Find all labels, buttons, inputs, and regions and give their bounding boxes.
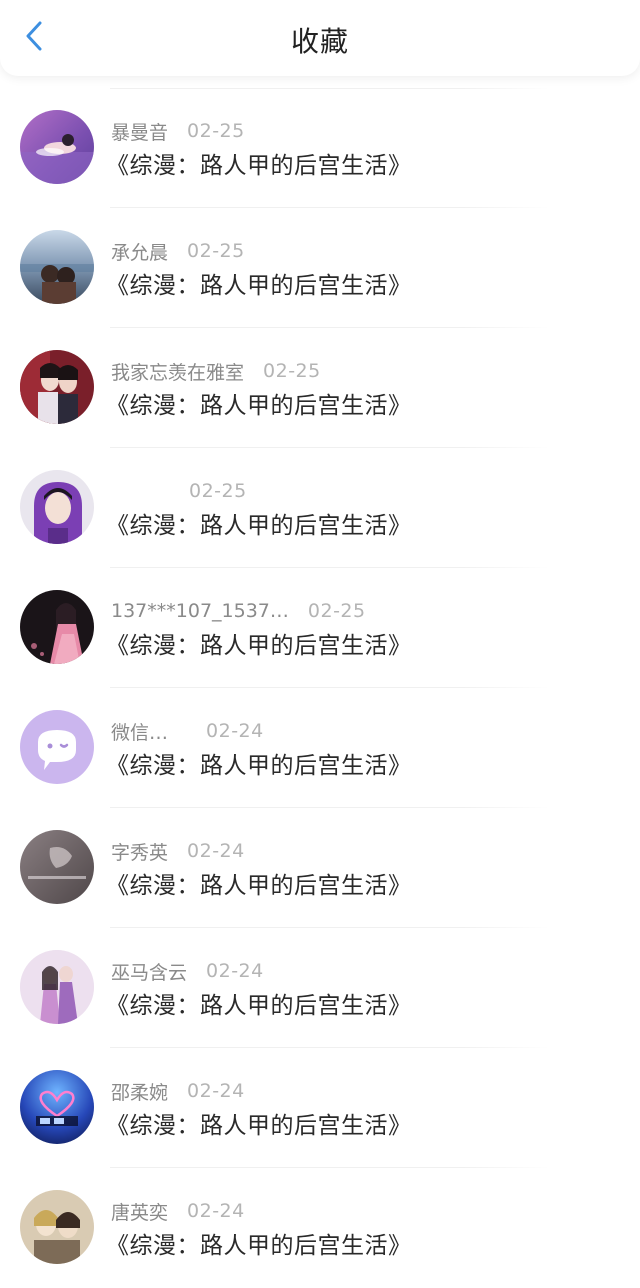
- list-item[interactable]: 字秀英 02-24 《综漫：路人甲的后宫生活》: [0, 808, 640, 928]
- avatar[interactable]: [20, 950, 94, 1024]
- date: 02-24: [187, 1080, 245, 1102]
- book-title[interactable]: 《综漫：路人甲的后宫生活》: [106, 1230, 412, 1262]
- user-name: 137***107_1537…: [111, 600, 289, 622]
- item-meta: 唐英奕 02-24: [111, 1198, 245, 1224]
- item-meta: 暴曼音 02-25: [111, 118, 245, 144]
- top-nav-bar: 收藏: [0, 0, 640, 76]
- user-name: 字秀英: [111, 841, 169, 864]
- user-name: 巫马含云: [111, 961, 188, 984]
- user-name: 承允晨: [111, 241, 169, 264]
- date: 02-24: [206, 720, 264, 742]
- list-item[interactable]: 微信… 02-24 《综漫：路人甲的后宫生活》: [0, 688, 640, 808]
- book-title[interactable]: 《综漫：路人甲的后宫生活》: [106, 510, 412, 542]
- date: 02-25: [187, 240, 245, 262]
- list-item[interactable]: 唐英奕 02-24 《综漫：路人甲的后宫生活》: [0, 1168, 640, 1288]
- list-item[interactable]: 我家忘羡在雅室 02-25 《综漫：路人甲的后宫生活》: [0, 328, 640, 448]
- date: 02-25: [189, 480, 247, 502]
- date: 02-25: [263, 360, 321, 382]
- book-title[interactable]: 《综漫：路人甲的后宫生活》: [106, 150, 412, 182]
- user-name: 暴曼音: [111, 121, 169, 144]
- item-meta: 承允晨 02-25: [111, 238, 245, 264]
- avatar[interactable]: [20, 1190, 94, 1264]
- list-item[interactable]: 137***107_1537… 02-25 《综漫：路人甲的后宫生活》: [0, 568, 640, 688]
- date: 02-25: [307, 600, 366, 622]
- item-meta: 02-25: [111, 478, 247, 504]
- item-meta: 我家忘羡在雅室 02-25: [111, 358, 321, 384]
- avatar[interactable]: [20, 230, 94, 304]
- list-item[interactable]: 02-25 《综漫：路人甲的后宫生活》: [0, 448, 640, 568]
- book-title[interactable]: 《综漫：路人甲的后宫生活》: [106, 990, 412, 1022]
- book-title[interactable]: 《综漫：路人甲的后宫生活》: [106, 870, 412, 902]
- date: 02-24: [206, 960, 264, 982]
- book-title[interactable]: 《综漫：路人甲的后宫生活》: [106, 270, 412, 302]
- avatar[interactable]: [20, 350, 94, 424]
- avatar[interactable]: [20, 470, 94, 544]
- date: 02-24: [187, 1200, 245, 1222]
- item-meta: 字秀英 02-24: [111, 838, 245, 864]
- book-title[interactable]: 《综漫：路人甲的后宫生活》: [106, 390, 412, 422]
- item-meta: 巫马含云 02-24: [111, 958, 264, 984]
- list-item[interactable]: 承允晨 02-25 《综漫：路人甲的后宫生活》: [0, 208, 640, 328]
- book-title[interactable]: 《综漫：路人甲的后宫生活》: [106, 750, 412, 782]
- avatar[interactable]: [20, 110, 94, 184]
- list-item[interactable]: 暴曼音 02-25 《综漫：路人甲的后宫生活》: [0, 88, 640, 208]
- item-meta: 邵柔婉 02-24: [111, 1078, 245, 1104]
- list-item[interactable]: 邵柔婉 02-24 《综漫：路人甲的后宫生活》: [0, 1048, 640, 1168]
- user-name: 我家忘羡在雅室: [111, 361, 245, 384]
- avatar[interactable]: [20, 710, 94, 784]
- list-item[interactable]: 巫马含云 02-24 《综漫：路人甲的后宫生活》: [0, 928, 640, 1048]
- book-title[interactable]: 《综漫：路人甲的后宫生活》: [106, 630, 412, 662]
- item-meta: 137***107_1537… 02-25: [111, 598, 366, 624]
- date: 02-25: [187, 120, 245, 142]
- page-title: 收藏: [290, 25, 349, 58]
- user-name: 唐英奕: [111, 1201, 169, 1224]
- avatar[interactable]: [20, 590, 94, 664]
- favorites-list: 暴曼音 02-25 《综漫：路人甲的后宫生活》 承允晨 02-25 《综漫：路人…: [0, 88, 640, 1288]
- avatar[interactable]: [20, 1070, 94, 1144]
- date: 02-24: [187, 840, 245, 862]
- user-name: 微信…: [111, 721, 169, 744]
- book-title[interactable]: 《综漫：路人甲的后宫生活》: [106, 1110, 412, 1142]
- user-name: 邵柔婉: [111, 1081, 169, 1104]
- item-meta: 微信… 02-24: [111, 718, 264, 744]
- avatar[interactable]: [20, 830, 94, 904]
